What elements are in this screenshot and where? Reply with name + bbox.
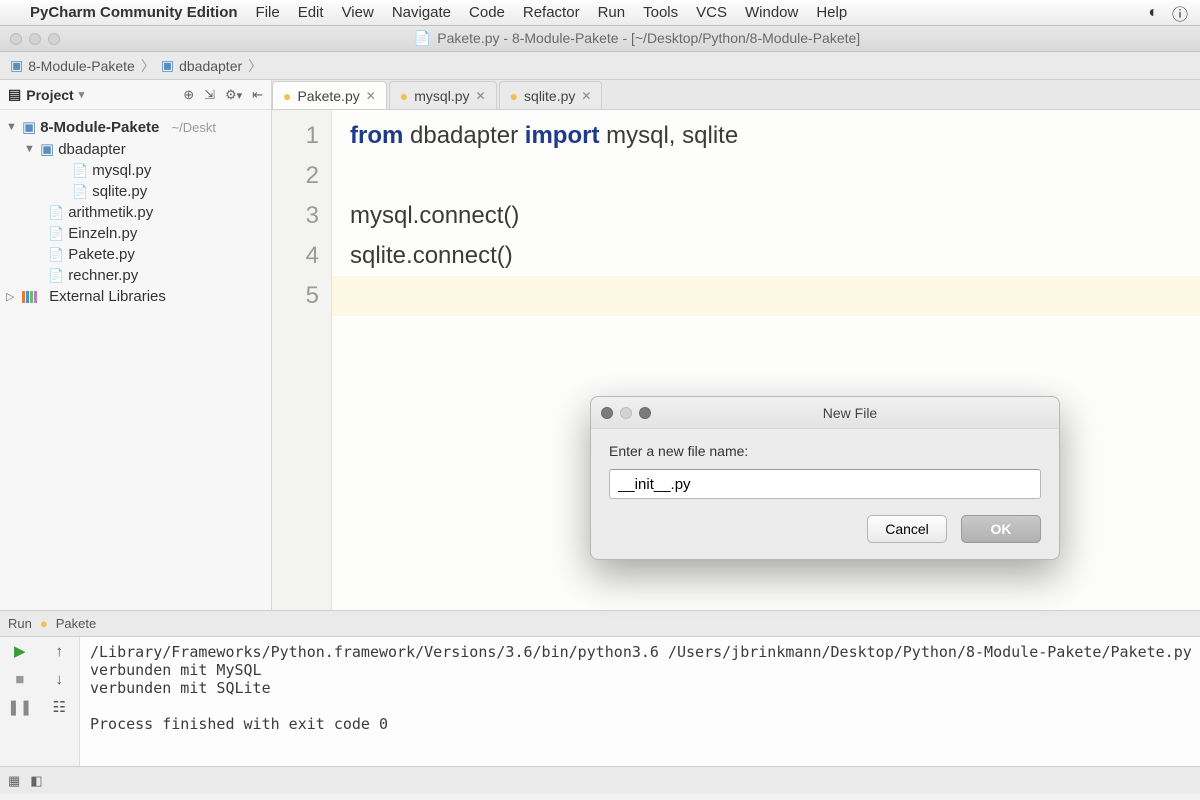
ok-button[interactable]: OK xyxy=(961,515,1041,543)
run-panel: ▶ ↑ ■ ↓ ❚❚ ☷ /Library/Frameworks/Python.… xyxy=(0,636,1200,766)
python-file-icon: 📄 xyxy=(48,226,64,242)
collapse-icon[interactable]: ⇲ xyxy=(204,87,215,103)
expand-arrow-icon[interactable]: ▷ xyxy=(6,290,18,303)
gear-icon[interactable]: ⚙︎▾ xyxy=(225,87,242,103)
creative-cloud-icon[interactable]: ◐ xyxy=(1148,4,1158,22)
dialog-titlebar: New File xyxy=(591,397,1059,429)
window-titlebar: 📄 Pakete.py - 8-Module-Pakete - [~/Deskto… xyxy=(0,26,1200,52)
window-title: Pakete.py - 8-Module-Pakete - [~/Desktop… xyxy=(437,30,860,46)
sidebar-toolbar: ▤ Project ▾ ⊕ ⇲ ⚙︎▾ ⇤ xyxy=(0,80,271,110)
tree-external-libs[interactable]: ▷ External Libraries xyxy=(0,286,271,307)
python-file-icon: ● xyxy=(400,88,408,104)
pause-icon[interactable]: ❚❚ xyxy=(0,693,40,721)
menu-vcs[interactable]: VCS xyxy=(696,4,727,21)
tree-file[interactable]: 📄 mysql.py xyxy=(0,160,271,181)
menu-help[interactable]: Help xyxy=(816,4,847,21)
menu-edit[interactable]: Edit xyxy=(298,4,324,21)
libraries-icon xyxy=(22,291,37,303)
console-output[interactable]: /Library/Frameworks/Python.framework/Ver… xyxy=(80,637,1200,766)
close-icon[interactable]: ✕ xyxy=(366,89,376,103)
menu-refactor[interactable]: Refactor xyxy=(523,4,580,21)
project-sidebar: ▤ Project ▾ ⊕ ⇲ ⚙︎▾ ⇤ ▼ ▣ 8-Module-Paket… xyxy=(0,80,272,610)
window-controls[interactable] xyxy=(10,33,60,45)
tree-file[interactable]: 📄 Pakete.py xyxy=(0,244,271,265)
chevron-down-icon[interactable]: ▾ xyxy=(79,88,85,101)
dialog-prompt: Enter a new file name: xyxy=(609,443,1041,459)
python-file-icon: 📄 xyxy=(48,205,64,221)
run-icon[interactable]: ▶ xyxy=(0,637,40,665)
tree-file[interactable]: 📄 sqlite.py xyxy=(0,181,271,202)
python-file-icon: ● xyxy=(510,88,518,104)
dialog-window-controls[interactable] xyxy=(601,407,651,419)
breadcrumb: ▣ 8-Module-Pakete 〉 ▣ dbadapter 〉 xyxy=(0,52,1200,80)
editor-tab-strip: ● Pakete.py ✕ ● mysql.py ✕ ● sqlite.py ✕ xyxy=(272,80,1200,110)
line-number-gutter: 12345 xyxy=(272,110,332,610)
toggle-panels-icon[interactable]: ◧ xyxy=(30,773,42,789)
run-toolbar: ▶ ↑ ■ ↓ ❚❚ ☷ xyxy=(0,637,80,766)
run-panel-header[interactable]: Run ● Pakete xyxy=(0,610,1200,636)
project-tree: ▼ ▣ 8-Module-Pakete ~/Deskt ▼ ▣ dbadapte… xyxy=(0,110,271,313)
folder-icon: ▣ xyxy=(10,57,23,74)
dialog-title: New File xyxy=(651,405,1049,421)
folder-icon: ▣ xyxy=(40,140,54,158)
menu-code[interactable]: Code xyxy=(469,4,505,21)
tree-file[interactable]: 📄 arithmetik.py xyxy=(0,202,271,223)
up-stack-icon[interactable]: ↑ xyxy=(40,637,80,665)
expand-arrow-icon[interactable]: ▼ xyxy=(24,143,36,155)
project-tool-label[interactable]: ▤ Project ▾ xyxy=(8,86,84,103)
status-info-icon[interactable]: ⓘ xyxy=(1172,1,1188,25)
menu-view[interactable]: View xyxy=(342,4,374,21)
python-file-icon: 📄 xyxy=(72,184,88,200)
down-stack-icon[interactable]: ↓ xyxy=(40,665,80,693)
tree-folder[interactable]: ▼ ▣ dbadapter xyxy=(0,138,271,160)
expand-arrow-icon[interactable]: ▼ xyxy=(6,121,18,133)
tree-root[interactable]: ▼ ▣ 8-Module-Pakete ~/Deskt xyxy=(0,116,271,138)
editor-tab[interactable]: ● mysql.py ✕ xyxy=(389,81,497,109)
python-file-icon: ● xyxy=(40,616,48,631)
tree-file[interactable]: 📄 Einzeln.py xyxy=(0,223,271,244)
layout-panels-icon[interactable]: ▦ xyxy=(8,773,20,789)
folder-icon: ▣ xyxy=(22,118,36,136)
menu-window[interactable]: Window xyxy=(745,4,798,21)
mac-menubar: PyCharm Community Edition File Edit View… xyxy=(0,0,1200,26)
project-icon: ▤ xyxy=(8,86,21,103)
layout-icon[interactable]: ☷ xyxy=(40,693,80,721)
run-config-name: Pakete xyxy=(56,616,96,631)
python-file-icon: 📄 xyxy=(48,268,64,284)
folder-icon: ▣ xyxy=(161,57,174,74)
tree-file[interactable]: 📄 rechner.py xyxy=(0,265,271,286)
hide-icon[interactable]: ⇤ xyxy=(252,87,263,103)
close-icon[interactable]: ✕ xyxy=(476,89,486,103)
editor-tab[interactable]: ● sqlite.py ✕ xyxy=(499,81,603,109)
run-label: Run xyxy=(8,616,32,631)
breadcrumb-child[interactable]: dbadapter xyxy=(179,58,242,74)
menu-navigate[interactable]: Navigate xyxy=(392,4,451,21)
cancel-button[interactable]: Cancel xyxy=(867,515,947,543)
target-icon[interactable]: ⊕ xyxy=(183,87,194,103)
editor-tab[interactable]: ● Pakete.py ✕ xyxy=(272,81,387,109)
menu-tools[interactable]: Tools xyxy=(643,4,678,21)
menu-file[interactable]: File xyxy=(256,4,280,21)
breadcrumb-root[interactable]: 8-Module-Pakete xyxy=(28,58,135,74)
document-icon: 📄 xyxy=(414,30,431,46)
new-file-dialog: New File Enter a new file name: Cancel O… xyxy=(590,396,1060,560)
menu-run[interactable]: Run xyxy=(598,4,626,21)
python-file-icon: 📄 xyxy=(72,163,88,179)
python-file-icon: ● xyxy=(283,88,291,104)
chevron-right-icon: 〉 xyxy=(141,56,155,76)
python-file-icon: 📄 xyxy=(48,247,64,263)
app-name[interactable]: PyCharm Community Edition xyxy=(30,4,238,21)
status-bar: ▦ ◧ xyxy=(0,766,1200,794)
close-icon[interactable]: ✕ xyxy=(581,89,591,103)
chevron-right-icon: 〉 xyxy=(248,56,262,76)
stop-icon[interactable]: ■ xyxy=(0,665,40,693)
filename-input[interactable] xyxy=(609,469,1041,499)
